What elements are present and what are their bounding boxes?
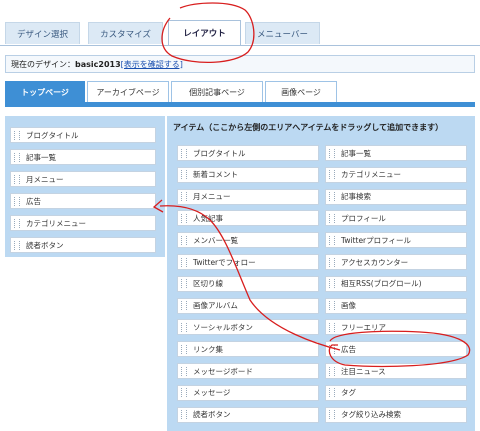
red-annotation-overlay <box>152 2 471 368</box>
annotation-arrow-line <box>159 205 341 351</box>
annotation-circle-layout-tab <box>161 2 255 64</box>
annotation-circle-ad-item <box>328 330 471 368</box>
